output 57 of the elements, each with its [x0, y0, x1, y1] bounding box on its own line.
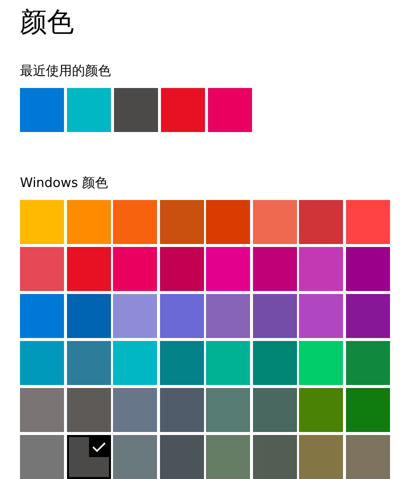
color-swatch[interactable] [20, 435, 64, 479]
color-swatch[interactable] [160, 341, 204, 385]
color-swatch[interactable] [113, 200, 157, 244]
color-swatch[interactable] [299, 341, 343, 385]
color-swatch[interactable] [252, 247, 296, 291]
color-swatch[interactable] [160, 435, 204, 479]
color-swatch[interactable] [206, 294, 250, 338]
color-swatch[interactable] [66, 247, 110, 291]
color-swatch[interactable] [346, 294, 390, 338]
color-swatch[interactable] [114, 88, 158, 132]
color-swatch[interactable] [161, 88, 205, 132]
color-swatch[interactable] [252, 294, 296, 338]
color-swatch[interactable] [346, 435, 390, 479]
color-swatch[interactable] [299, 247, 343, 291]
color-swatch[interactable] [20, 247, 64, 291]
color-swatch[interactable] [208, 88, 252, 132]
color-swatch[interactable] [206, 341, 250, 385]
color-swatch[interactable] [206, 435, 250, 479]
color-swatch[interactable] [206, 388, 250, 432]
page-title: 颜色 [20, 6, 75, 40]
color-swatch[interactable] [299, 294, 343, 338]
color-swatch[interactable] [160, 294, 204, 338]
color-swatch[interactable] [20, 200, 64, 244]
color-swatch[interactable] [252, 388, 296, 432]
color-swatch[interactable] [113, 294, 157, 338]
color-swatch[interactable] [252, 341, 296, 385]
color-swatch[interactable] [252, 200, 296, 244]
color-swatch[interactable] [20, 341, 64, 385]
color-swatch[interactable] [299, 200, 343, 244]
color-swatch[interactable] [113, 247, 157, 291]
checkmark-icon [88, 437, 108, 457]
color-swatch[interactable] [160, 247, 204, 291]
color-swatch[interactable] [20, 388, 64, 432]
color-swatch[interactable] [66, 341, 110, 385]
color-swatch[interactable] [20, 294, 64, 338]
color-swatch[interactable] [160, 388, 204, 432]
color-swatch[interactable] [20, 88, 64, 132]
color-swatch[interactable] [346, 200, 390, 244]
color-swatch[interactable] [206, 200, 250, 244]
color-swatch[interactable] [66, 435, 110, 479]
color-swatch[interactable] [299, 435, 343, 479]
color-swatch[interactable] [66, 294, 110, 338]
color-swatch[interactable] [66, 200, 110, 244]
color-swatch[interactable] [346, 341, 390, 385]
color-swatch[interactable] [113, 388, 157, 432]
color-swatch[interactable] [346, 247, 390, 291]
color-swatch[interactable] [252, 435, 296, 479]
section-heading: Windows 颜色 [20, 175, 110, 192]
color-swatch[interactable] [206, 247, 250, 291]
color-swatch[interactable] [299, 388, 343, 432]
color-swatch[interactable] [67, 88, 111, 132]
color-swatch[interactable] [160, 200, 204, 244]
color-swatch[interactable] [113, 435, 157, 479]
section-heading: 最近使用的颜色 [20, 63, 112, 80]
color-swatch[interactable] [66, 388, 110, 432]
color-swatch[interactable] [113, 341, 157, 385]
color-swatch[interactable] [346, 388, 390, 432]
